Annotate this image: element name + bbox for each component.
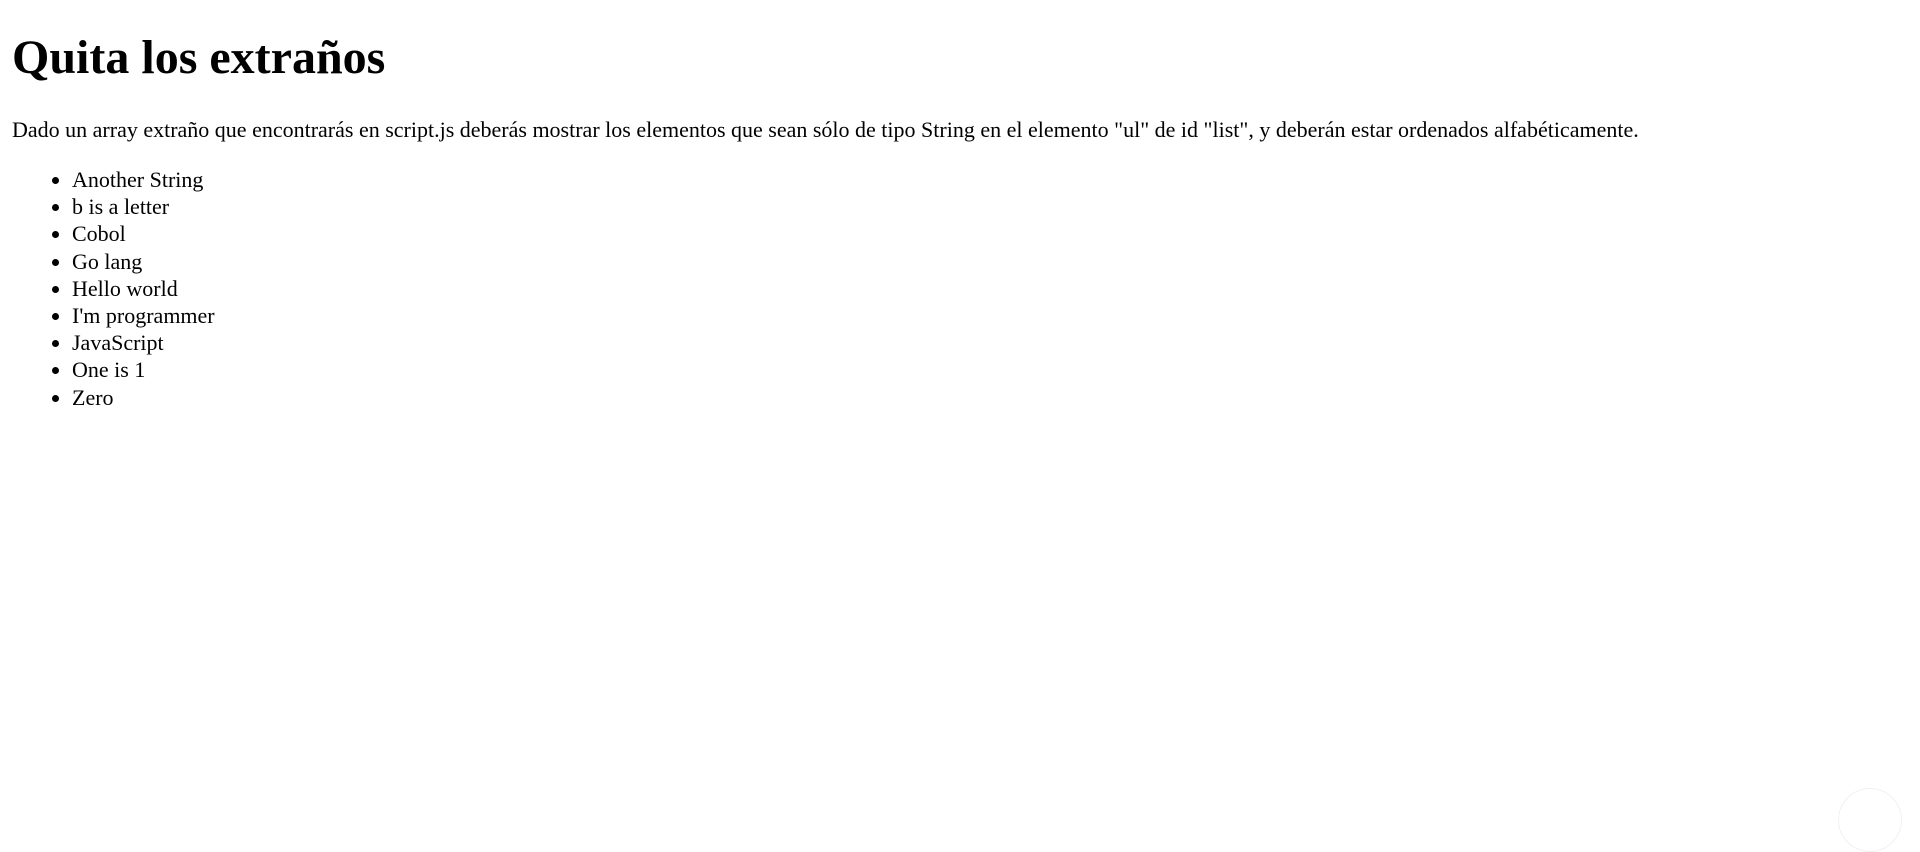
page-title: Quita los extraños: [12, 31, 386, 84]
list-item: Zero: [72, 384, 215, 411]
list-item: b is a letter: [72, 193, 215, 220]
list-item: One is 1: [72, 356, 215, 383]
list-item: Cobol: [72, 220, 215, 247]
list-item: I'm programmer: [72, 302, 215, 329]
list-item: Hello world: [72, 275, 215, 302]
strings-list: Another String b is a letter Cobol Go la…: [12, 166, 215, 411]
page-description: Dado un array extraño que encontrarás en…: [12, 117, 1639, 142]
list-item: JavaScript: [72, 329, 215, 356]
list-item: Go lang: [72, 248, 215, 275]
floating-action-circle[interactable]: [1838, 788, 1902, 852]
list-item: Another String: [72, 166, 215, 193]
page: Quita los extraños Dado un array extraño…: [0, 0, 1920, 852]
